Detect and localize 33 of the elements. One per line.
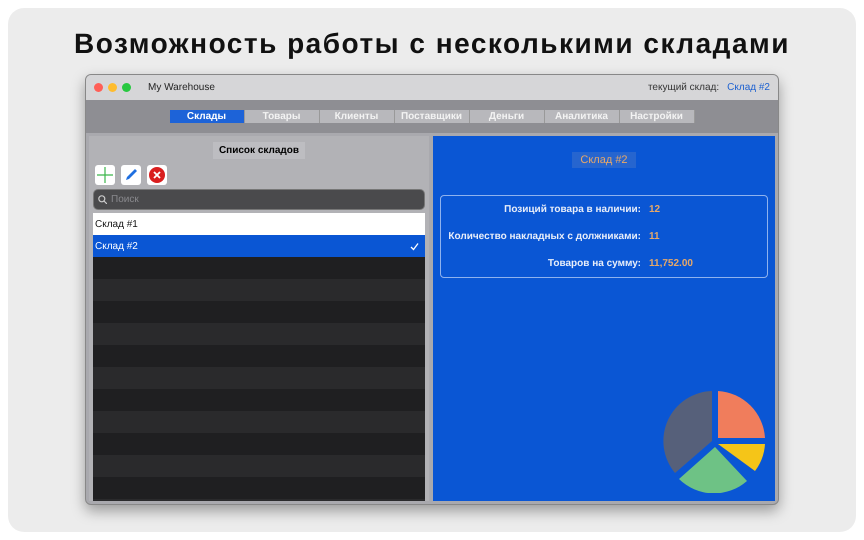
plus-icon	[97, 167, 113, 183]
search-field[interactable]: Поиск	[93, 189, 425, 210]
tab[interactable]: Товары	[244, 110, 320, 123]
current-value: Склад #2	[727, 82, 770, 93]
close-icon[interactable]	[94, 83, 103, 92]
list-item[interactable]: Склад #2	[93, 235, 425, 257]
page-heading: Возможность работы с несколькими складами	[74, 28, 790, 60]
tab[interactable]: Настройки	[620, 110, 694, 123]
sidebar-title: Список складов	[212, 142, 306, 159]
search-icon	[98, 195, 107, 204]
stat-label: Позиций товара в наличии:	[503, 204, 641, 215]
pie-chart-icon	[663, 389, 767, 493]
stat-label: Количество накладных с должниками:	[447, 231, 641, 242]
current-label: текущий склад:	[648, 82, 720, 93]
tab[interactable]: Клиенты	[320, 110, 394, 123]
detail-title: Склад #2	[572, 152, 636, 168]
stat-label: Товаров на сумму:	[546, 258, 641, 269]
stat-value: 11	[649, 231, 661, 242]
delete-button[interactable]	[147, 165, 167, 185]
tab[interactable]: Деньги	[470, 110, 544, 123]
delete-icon	[149, 167, 165, 183]
pencil-icon	[123, 167, 139, 183]
window-title: My Warehouse	[148, 82, 216, 93]
edit-button[interactable]	[121, 165, 141, 185]
stat-value: 11,752.00	[649, 258, 694, 269]
stat-value: 12	[649, 204, 662, 215]
tab[interactable]: Аналитика	[544, 110, 620, 123]
tab[interactable]: Склады	[170, 110, 244, 123]
checkmark-icon	[410, 242, 419, 250]
list-item[interactable]: Склад #1	[93, 213, 425, 235]
zoom-icon[interactable]	[122, 83, 131, 92]
add-button[interactable]	[95, 165, 115, 185]
tab[interactable]: Поставщики	[394, 110, 470, 123]
